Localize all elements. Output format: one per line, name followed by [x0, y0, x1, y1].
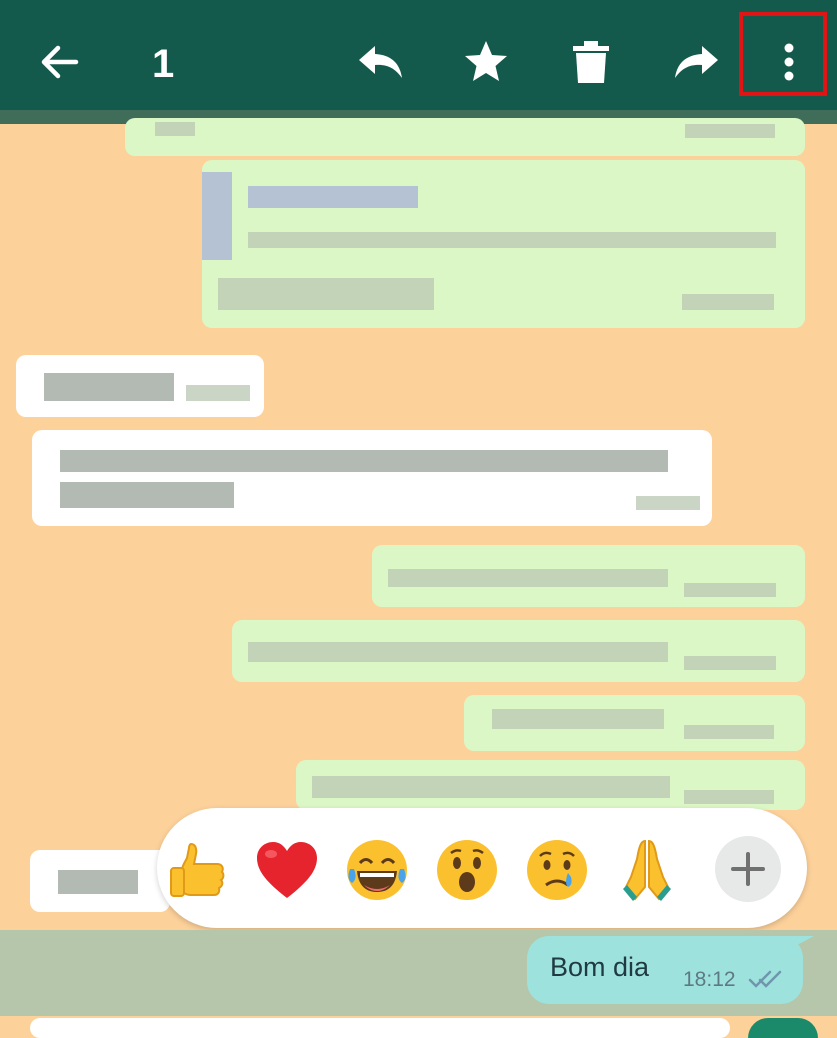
message-time: 18:12	[683, 968, 736, 991]
blurred-message-bubble	[125, 118, 805, 156]
double-check-icon	[748, 969, 782, 994]
reaction-surprised[interactable]	[431, 834, 503, 906]
star-button[interactable]	[450, 20, 522, 104]
blurred-message-bubble	[372, 545, 805, 607]
blurred-message-bubble	[30, 850, 170, 912]
reply-button[interactable]	[345, 20, 417, 104]
selected-count: 1	[152, 42, 175, 86]
blurred-message-bubble	[32, 430, 712, 526]
reply-icon	[359, 46, 402, 78]
menu-highlight-box	[739, 12, 827, 96]
delete-button[interactable]	[555, 20, 627, 104]
reaction-heart[interactable]	[251, 834, 323, 906]
plus-icon	[731, 852, 765, 886]
star-icon	[465, 41, 507, 81]
message-input[interactable]	[30, 1018, 730, 1038]
blurred-sender-label	[16, 355, 264, 417]
surprised-face-icon	[437, 840, 497, 900]
message-text: Bom dia	[550, 952, 650, 982]
reaction-picker	[157, 808, 807, 928]
arrow-left-icon	[41, 45, 79, 79]
blurred-message-bubble	[202, 160, 805, 328]
reaction-sad[interactable]	[521, 834, 593, 906]
blurred-message-bubble	[296, 760, 805, 810]
forward-button[interactable]	[660, 20, 732, 104]
thumbs-up-icon	[170, 842, 225, 897]
heart-icon	[257, 842, 317, 898]
send-voice-button[interactable]	[748, 1018, 818, 1038]
blurred-message-bubble	[464, 695, 805, 751]
reaction-pray[interactable]	[611, 834, 683, 906]
folded-hands-icon	[623, 839, 671, 901]
more-reactions-button[interactable]	[715, 836, 781, 902]
sad-face-icon	[527, 840, 587, 900]
trash-icon	[573, 41, 609, 83]
back-button[interactable]	[24, 20, 96, 104]
forward-icon	[675, 46, 718, 78]
laughing-face-icon	[347, 840, 407, 900]
blurred-message-bubble	[232, 620, 805, 682]
reaction-laughing[interactable]	[341, 834, 413, 906]
reaction-thumbs-up[interactable]	[161, 834, 233, 906]
